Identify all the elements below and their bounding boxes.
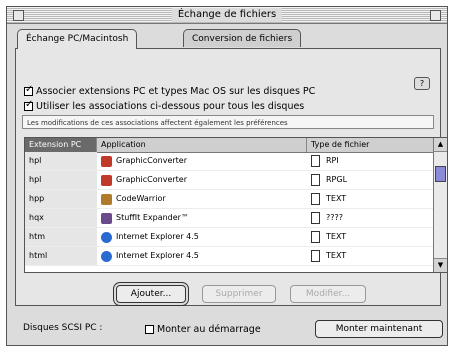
document-icon <box>311 231 320 243</box>
collapse-box[interactable] <box>430 10 441 21</box>
column-header-extension[interactable]: Extension PC <box>25 138 97 152</box>
document-icon <box>311 212 320 224</box>
file-exchange-window: Échange de fichiers Échange PC/Macintosh… <box>6 6 448 346</box>
associations-table: Extension PC Application Type de fichier… <box>24 137 448 273</box>
tab-pc-macintosh[interactable]: Échange PC/Macintosh <box>17 29 138 49</box>
application-icon <box>101 212 112 224</box>
row-file-type-code: TEXT <box>326 251 347 260</box>
mount-at-startup-option[interactable]: Monter au démarrage <box>145 323 261 336</box>
tab-panel: Associer extensions PC et types Mac OS s… <box>15 48 448 306</box>
modify-button[interactable]: Modifier... <box>290 285 366 303</box>
delete-button[interactable]: Supprimer <box>202 285 276 303</box>
mount-at-startup-label: Monter au démarrage <box>157 324 261 335</box>
mount-at-startup-checkbox[interactable] <box>145 325 154 334</box>
scsi-disks-label: Disques SCSI PC : <box>23 323 103 333</box>
application-icon <box>101 231 112 243</box>
tab-file-conversion[interactable]: Conversion de fichiers <box>183 29 302 47</box>
associations-note: Les modifications de ces associations af… <box>22 115 434 129</box>
application-icon <box>101 174 112 186</box>
row-application-name: Internet Explorer 4.5 <box>116 251 199 260</box>
table-header: Extension PC Application Type de fichier <box>25 138 435 153</box>
use-associations-checkbox[interactable] <box>24 99 33 111</box>
scroll-down-arrow-icon[interactable]: ▼ <box>434 258 447 272</box>
row-application-name: GraphicConverter <box>116 175 188 184</box>
row-application-name: CodeWarrior <box>116 194 166 203</box>
window-title: Échange de fichiers <box>171 8 283 22</box>
tab-file-conversion-label: Conversion de fichiers <box>192 34 293 44</box>
row-application: StuffIt Expander™ <box>97 209 307 227</box>
row-application-name: StuffIt Expander™ <box>116 213 189 222</box>
row-application: GraphicConverter <box>97 171 307 189</box>
close-box[interactable] <box>13 10 24 21</box>
row-file-type-code: RPGL <box>326 175 348 184</box>
row-extension: htm <box>25 228 97 246</box>
row-file-type: RPI <box>307 152 435 170</box>
row-file-type-code: TEXT <box>326 194 347 203</box>
application-icon <box>101 155 112 167</box>
title-bar[interactable]: Échange de fichiers <box>7 7 447 24</box>
table-row[interactable]: htm Internet Explorer 4.5 TEXT <box>25 228 435 247</box>
table-body: hpl GraphicConverter RPI hpl GraphicConv… <box>25 152 435 266</box>
row-extension: hpp <box>25 190 97 208</box>
vertical-scrollbar[interactable]: ▲ ▼ <box>433 138 447 272</box>
row-application-name: Internet Explorer 4.5 <box>116 232 199 241</box>
row-application: CodeWarrior <box>97 190 307 208</box>
application-icon <box>101 250 112 262</box>
associate-extensions-label: Associer extensions PC et types Mac OS s… <box>36 86 316 97</box>
row-application-name: GraphicConverter <box>116 156 188 165</box>
document-icon <box>311 250 320 262</box>
tab-pc-macintosh-label: Échange PC/Macintosh <box>26 34 129 44</box>
row-application: GraphicConverter <box>97 152 307 170</box>
use-associations-option[interactable]: Utiliser les associations ci-dessous pou… <box>24 99 305 113</box>
row-application: Internet Explorer 4.5 <box>97 247 307 265</box>
row-file-type: RPGL <box>307 171 435 189</box>
scroll-thumb[interactable] <box>435 166 446 182</box>
row-file-type: TEXT <box>307 247 435 265</box>
row-file-type-code: TEXT <box>326 232 347 241</box>
column-header-application[interactable]: Application <box>97 138 307 152</box>
table-row[interactable]: html Internet Explorer 4.5 TEXT <box>25 247 435 266</box>
table-row[interactable]: hpl GraphicConverter RPI <box>25 152 435 171</box>
row-extension: hpl <box>25 152 97 170</box>
associate-extensions-option[interactable]: Associer extensions PC et types Mac OS s… <box>24 84 316 98</box>
help-icon[interactable]: ? <box>414 77 430 90</box>
row-file-type-code: RPI <box>326 156 339 165</box>
row-file-type: TEXT <box>307 228 435 246</box>
row-file-type: TEXT <box>307 190 435 208</box>
table-row[interactable]: hqx StuffIt Expander™ ???? <box>25 209 435 228</box>
add-button[interactable]: Ajouter... <box>116 285 186 303</box>
row-extension: hpl <box>25 171 97 189</box>
application-icon <box>101 193 112 205</box>
use-associations-label: Utiliser les associations ci-dessous pou… <box>36 101 305 112</box>
table-row[interactable]: hpl GraphicConverter RPGL <box>25 171 435 190</box>
row-extension: html <box>25 247 97 265</box>
document-icon <box>311 193 320 205</box>
row-extension: hqx <box>25 209 97 227</box>
row-file-type-code: ???? <box>326 213 343 222</box>
column-header-file-type[interactable]: Type de fichier <box>307 138 435 152</box>
associate-extensions-checkbox[interactable] <box>24 84 33 96</box>
row-application: Internet Explorer 4.5 <box>97 228 307 246</box>
scroll-up-arrow-icon[interactable]: ▲ <box>434 138 447 152</box>
row-file-type: ???? <box>307 209 435 227</box>
document-icon <box>311 174 320 186</box>
mount-now-button[interactable]: Monter maintenant <box>315 320 443 338</box>
table-row[interactable]: hpp CodeWarrior TEXT <box>25 190 435 209</box>
document-icon <box>311 155 320 167</box>
